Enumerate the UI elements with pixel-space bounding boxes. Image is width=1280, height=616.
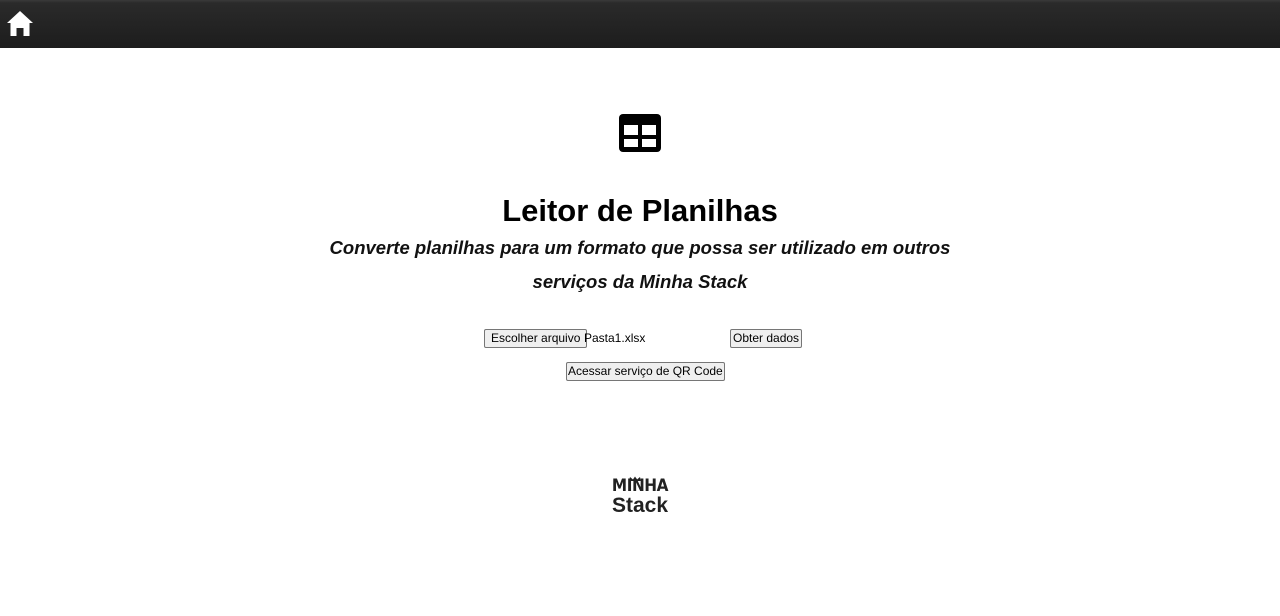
table-icon: [619, 114, 661, 152]
logo-text-bottom: Stack: [611, 494, 669, 517]
selected-file-name: Pasta1.xlsx: [584, 331, 646, 345]
qr-code-service-button[interactable]: Acessar serviço de QR Code: [566, 362, 725, 381]
choose-file-button[interactable]: Escolher arquivo: [484, 329, 588, 348]
top-navbar: [0, 0, 1280, 48]
page-title: Leitor de Planilhas: [502, 193, 778, 228]
get-data-button[interactable]: Obter dados: [730, 329, 803, 348]
minha-stack-logo: MINHA Stack: [600, 478, 680, 524]
logo-text-top: MINHA: [611, 476, 669, 496]
home-button[interactable]: [5, 9, 35, 39]
home-icon: [7, 11, 33, 36]
page-subtitle: Converte planilhas para um formato que p…: [329, 237, 951, 292]
